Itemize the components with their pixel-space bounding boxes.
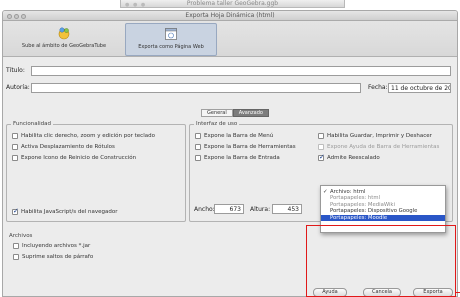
option-label: Archivo: html xyxy=(330,189,366,195)
checkbox-label: Expone la Barra de Herramientas xyxy=(204,144,296,150)
height-input[interactable]: 453 xyxy=(272,204,302,214)
red-annotation-line xyxy=(456,292,460,293)
option-label: Portapapeles: html xyxy=(330,195,380,202)
checkbox-suppress-linebreaks[interactable]: Suprime saltos de párrafo xyxy=(13,254,93,260)
option-label: Portapapeles: Moodle xyxy=(330,214,388,221)
option-label: Portapapeles: Dispositivo Google xyxy=(330,208,418,215)
checkbox-box[interactable] xyxy=(318,133,324,139)
interface-title: Interfaz de uso xyxy=(194,121,240,127)
title-label: Título: xyxy=(6,67,25,74)
checkbox-label: Habilita Guardar, Imprimir y Deshacer xyxy=(327,133,432,139)
checkbox-box-checked[interactable] xyxy=(12,207,19,215)
checkbox-label: Incluyendo archivos *.jar xyxy=(22,243,91,249)
export-webpage-label: Exporta como Página Web xyxy=(138,44,204,50)
checkbox-box[interactable] xyxy=(195,144,201,150)
checkbox-box[interactable] xyxy=(318,144,324,150)
width-label: Ancho: xyxy=(194,206,215,213)
checkbox-menu-bar[interactable]: Expone la Barra de Menú xyxy=(195,133,273,139)
export-webpage-button[interactable]: Exporta como Página Web xyxy=(125,23,217,56)
checkbox-allow-rescaling[interactable]: Admite Reescalado xyxy=(318,153,380,161)
checkbox-right-click[interactable]: Habilita clic derecho, zoom y edición po… xyxy=(12,133,155,139)
date-input[interactable]: 11 de octubre de 201 xyxy=(388,83,451,93)
checkbox-include-jar[interactable]: Incluyendo archivos *.jar xyxy=(13,243,90,249)
checkbox-box[interactable] xyxy=(12,133,18,139)
checkbox-box[interactable] xyxy=(195,155,201,161)
files-title: Archivos xyxy=(9,233,33,239)
close-window-button[interactable] xyxy=(7,14,12,19)
checkbox-label: Expone Ayuda de Barra de Herramientas xyxy=(327,144,440,150)
checkbox-browser-javascript[interactable]: Habilita JavaScript/s del navegador xyxy=(12,207,118,215)
checkbox-label: Admite Reescalado xyxy=(327,155,380,161)
checkbox-reset-icon[interactable]: Expone Icono de Reinicio de Construcción xyxy=(12,155,136,161)
functionality-title: Funcionalidad xyxy=(11,121,54,127)
checkbox-toolbar-help[interactable]: Expone Ayuda de Barra de Herramientas xyxy=(318,144,439,150)
author-label: Autoría: xyxy=(6,84,30,91)
checkbox-label: Suprime saltos de párrafo xyxy=(22,254,94,260)
tab-advanced[interactable]: Avanzado xyxy=(232,109,269,117)
export-toolbar: Sube al ámbito de GeoGebraTube Exporta c… xyxy=(3,21,457,57)
checkbox-box[interactable] xyxy=(13,254,19,260)
title-input[interactable] xyxy=(31,66,451,76)
checkbox-label: Expone la Barra de Menú xyxy=(204,133,274,139)
checkbox-box[interactable] xyxy=(195,133,201,139)
checkbox-box[interactable] xyxy=(13,243,19,249)
checkbox-label: Habilita clic derecho, zoom y edición po… xyxy=(21,133,155,139)
functionality-group: Funcionalidad Habilita clic derecho, zoo… xyxy=(6,121,186,222)
background-traffic-lights: ● ● ● xyxy=(125,2,147,8)
minimize-window-button[interactable] xyxy=(14,14,19,19)
checkbox-label: Expone la Barra de Entrada xyxy=(204,155,280,161)
webpage-icon xyxy=(164,27,178,41)
geogebratube-icon xyxy=(57,26,71,40)
width-input[interactable]: 673 xyxy=(214,204,244,214)
upload-label: Sube al ámbito de GeoGebraTube xyxy=(21,43,107,49)
dialog-titlebar: Exporta Hoja Dinámica (html) xyxy=(3,11,457,21)
checkbox-box-checked[interactable] xyxy=(318,153,325,161)
dialog-title: Exporta Hoja Dinámica (html) xyxy=(185,12,275,19)
tab-general[interactable]: General xyxy=(201,109,233,117)
checkbox-input-bar[interactable]: Expone la Barra de Entrada xyxy=(195,155,280,161)
checkbox-label-drag[interactable]: Activa Desplazamiento de Rótulos xyxy=(12,144,115,150)
dropdown-option-clipboard-moodle[interactable]: Portapapeles: Moodle xyxy=(321,214,445,221)
checkbox-label: Expone Icono de Reinicio de Construcción xyxy=(21,155,137,161)
checkbox-label: Activa Desplazamiento de Rótulos xyxy=(21,144,115,150)
red-annotation-box xyxy=(306,225,456,297)
author-input[interactable] xyxy=(31,83,361,93)
date-label: Fecha: xyxy=(368,84,388,91)
zoom-window-button[interactable] xyxy=(21,14,26,19)
background-window-title: Problema taller GeoGebra.ggb xyxy=(186,0,279,7)
background-window-titlebar: ● ● ● Problema taller GeoGebra.ggb xyxy=(120,0,345,8)
checkbox-toolbar[interactable]: Expone la Barra de Herramientas xyxy=(195,144,296,150)
settings-tabs: General Avanzado xyxy=(201,109,269,117)
checkbox-label: Habilita JavaScript/s del navegador xyxy=(21,209,118,215)
option-label: Portapapeles: MediaWiki xyxy=(330,201,395,208)
checkbox-box[interactable] xyxy=(12,144,18,150)
upload-geogebratube-button[interactable]: Sube al ámbito de GeoGebraTube xyxy=(9,23,119,56)
checkbox-save-print-undo[interactable]: Habilita Guardar, Imprimir y Deshacer xyxy=(318,133,432,139)
checkbox-box[interactable] xyxy=(12,155,18,161)
height-label: Altura: xyxy=(250,206,271,213)
